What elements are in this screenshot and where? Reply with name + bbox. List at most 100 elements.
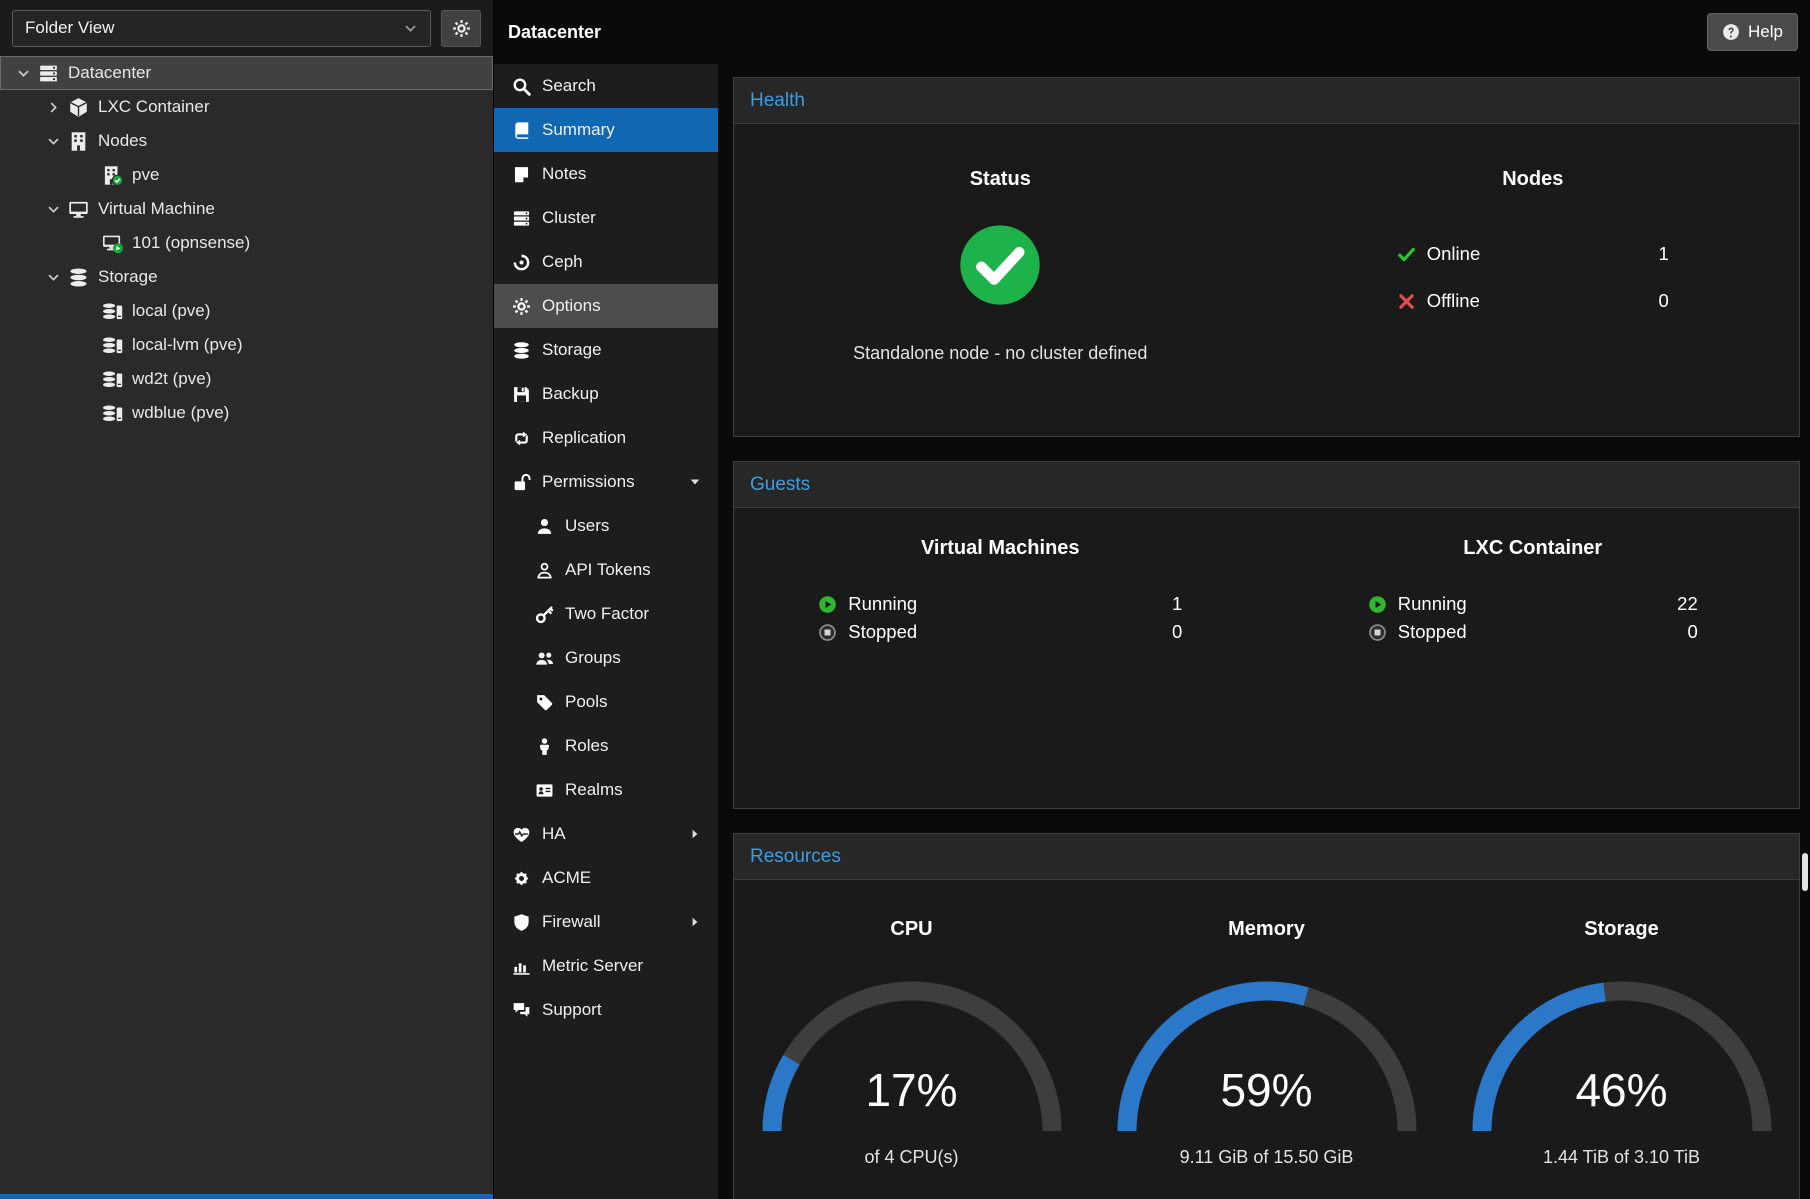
nav-item-label: Two Factor bbox=[565, 604, 649, 624]
nodes-online-value: 1 bbox=[1658, 243, 1668, 265]
lxc-running-value: 22 bbox=[1677, 593, 1698, 615]
nav-item-label: Realms bbox=[565, 780, 623, 800]
lxc-guest-rows: Running 22 Stopped 0 bbox=[1368, 593, 1698, 643]
nav-item-support[interactable]: Support bbox=[494, 988, 718, 1032]
storage-detail: 1.44 TiB of 3.10 TiB bbox=[1543, 1147, 1700, 1168]
nav-item-search[interactable]: Search bbox=[494, 64, 718, 108]
ceph-icon bbox=[512, 253, 531, 272]
tree-item-local-lvm-pve[interactable]: local-lvm (pve) bbox=[0, 328, 493, 362]
cpu-percent: 17% bbox=[762, 1063, 1062, 1117]
chevron-right-icon[interactable] bbox=[46, 100, 61, 115]
nav-item-two-factor[interactable]: Two Factor bbox=[494, 592, 718, 636]
nav-item-acme[interactable]: ACME bbox=[494, 856, 718, 900]
nav-item-groups[interactable]: Groups bbox=[494, 636, 718, 680]
chevron-down-icon[interactable] bbox=[46, 270, 61, 285]
nav-item-realms[interactable]: Realms bbox=[494, 768, 718, 812]
tree-item-wd2t-pve[interactable]: wd2t (pve) bbox=[0, 362, 493, 396]
tree-item-label: Datacenter bbox=[68, 63, 151, 83]
chevron-down-icon[interactable] bbox=[46, 202, 61, 217]
tree-item-wdblue-pve[interactable]: wdblue (pve) bbox=[0, 396, 493, 430]
health-panel-title: Health bbox=[750, 90, 805, 112]
nav-item-label: Storage bbox=[542, 340, 602, 360]
cluster-icon bbox=[512, 209, 531, 228]
check-icon bbox=[1397, 245, 1416, 264]
chevron-down-icon[interactable] bbox=[16, 66, 31, 81]
chevron-down-icon[interactable] bbox=[46, 134, 61, 149]
nav-item-label: Roles bbox=[565, 736, 608, 756]
nav-item-roles[interactable]: Roles bbox=[494, 724, 718, 768]
tree-item-local-pve[interactable]: local (pve) bbox=[0, 294, 493, 328]
replicate-icon bbox=[512, 429, 531, 448]
nav-item-backup[interactable]: Backup bbox=[494, 372, 718, 416]
nav-item-options[interactable]: Options bbox=[494, 284, 718, 328]
nav-item-firewall[interactable]: Firewall bbox=[494, 900, 718, 944]
check-circle-icon bbox=[958, 223, 1042, 307]
nav-item-replication[interactable]: Replication bbox=[494, 416, 718, 460]
nav-item-pools[interactable]: Pools bbox=[494, 680, 718, 724]
cross-icon bbox=[1397, 292, 1416, 311]
tree-item-lxc-container[interactable]: LXC Container bbox=[0, 90, 493, 124]
workspace-body: SearchSummaryNotesClusterCephOptions Stor… bbox=[494, 64, 1810, 1199]
tree-item-label: wd2t (pve) bbox=[132, 369, 211, 389]
nav-item-permissions[interactable]: Permissions bbox=[494, 460, 718, 504]
tree-item-label: Virtual Machine bbox=[98, 199, 215, 219]
status-heading: Status bbox=[970, 168, 1031, 191]
nodes-heading: Nodes bbox=[1502, 168, 1563, 191]
nav-item-cluster[interactable]: Cluster bbox=[494, 196, 718, 240]
nav-item-api-tokens[interactable]: API Tokens bbox=[494, 548, 718, 592]
tree-item-storage[interactable]: Storage bbox=[0, 260, 493, 294]
nav-item-label: Groups bbox=[565, 648, 621, 668]
cpu-gauge: CPU 17% of 4 CPU(s) bbox=[734, 880, 1089, 1199]
shield-icon bbox=[512, 913, 531, 932]
guests-panel-header: Guests bbox=[734, 462, 1799, 508]
chart-bar-icon bbox=[512, 957, 531, 976]
tri-down-icon bbox=[688, 475, 702, 489]
nodes-offline-value: 0 bbox=[1658, 290, 1668, 312]
tree-item-label: Storage bbox=[98, 267, 158, 287]
nav-item-users[interactable]: Users bbox=[494, 504, 718, 548]
view-mode-select[interactable]: Folder View bbox=[12, 10, 431, 47]
search-icon bbox=[512, 77, 531, 96]
building-check-icon bbox=[102, 165, 123, 186]
desktop-icon bbox=[68, 199, 89, 220]
tree-item-nodes[interactable]: Nodes bbox=[0, 124, 493, 158]
tree-item-datacenter[interactable]: Datacenter bbox=[0, 56, 493, 90]
tag-icon bbox=[535, 693, 554, 712]
nav-item-metric-server[interactable]: Metric Server bbox=[494, 944, 718, 988]
cluster-status-column: Status Standalone node - no cluster defi… bbox=[734, 124, 1267, 436]
lxc-stopped-value: 0 bbox=[1687, 621, 1697, 643]
lxc-stopped-label: Stopped bbox=[1398, 621, 1467, 643]
resources-panel-header: Resources bbox=[734, 834, 1799, 880]
gear-icon bbox=[452, 19, 471, 38]
vm-running-label: Running bbox=[848, 593, 917, 615]
certificate-icon bbox=[512, 869, 531, 888]
health-panel-header: Health bbox=[734, 78, 1799, 124]
nav-item-ceph[interactable]: Ceph bbox=[494, 240, 718, 284]
proxmox-app: Folder View DatacenterLXC ContainerNodes… bbox=[0, 0, 1810, 1199]
content-scrollbar[interactable] bbox=[1800, 64, 1810, 1199]
vm-guest-rows: Running 1 Stopped 0 bbox=[818, 593, 1182, 643]
resource-tree: Datacenter LXC ContainerNodespve Virtual M… bbox=[0, 56, 493, 1199]
nodes-online-label: Online bbox=[1427, 243, 1480, 265]
nav-item-storage[interactable]: Storage bbox=[494, 328, 718, 372]
nav-item-notes[interactable]: Notes bbox=[494, 152, 718, 196]
lxc-guests-column: LXC Container Running 22 Stopped bbox=[1267, 508, 1800, 808]
nav-item-ha[interactable]: HA bbox=[494, 812, 718, 856]
tree-item-label: local (pve) bbox=[132, 301, 210, 321]
cluster-icon bbox=[38, 63, 59, 84]
play-circle-icon bbox=[1368, 595, 1387, 614]
health-panel-body: Status Standalone node - no cluster defi… bbox=[734, 124, 1799, 436]
nav-item-summary[interactable]: Summary bbox=[494, 108, 718, 152]
tree-item-101-opnsense[interactable]: 101 (opnsense) bbox=[0, 226, 493, 260]
help-button[interactable]: Help bbox=[1707, 13, 1798, 51]
tree-item-virtual-machine[interactable]: Virtual Machine bbox=[0, 192, 493, 226]
nav-item-label: API Tokens bbox=[565, 560, 651, 580]
unlock-icon bbox=[512, 473, 531, 492]
tree-item-pve[interactable]: pve bbox=[0, 158, 493, 192]
tri-right-icon bbox=[688, 827, 702, 841]
storage-drive-icon bbox=[102, 369, 123, 390]
tree-settings-button[interactable] bbox=[441, 10, 481, 47]
scrollbar-thumb[interactable] bbox=[1802, 853, 1808, 891]
vm-heading: Virtual Machines bbox=[921, 537, 1080, 560]
disks-icon bbox=[68, 267, 89, 288]
